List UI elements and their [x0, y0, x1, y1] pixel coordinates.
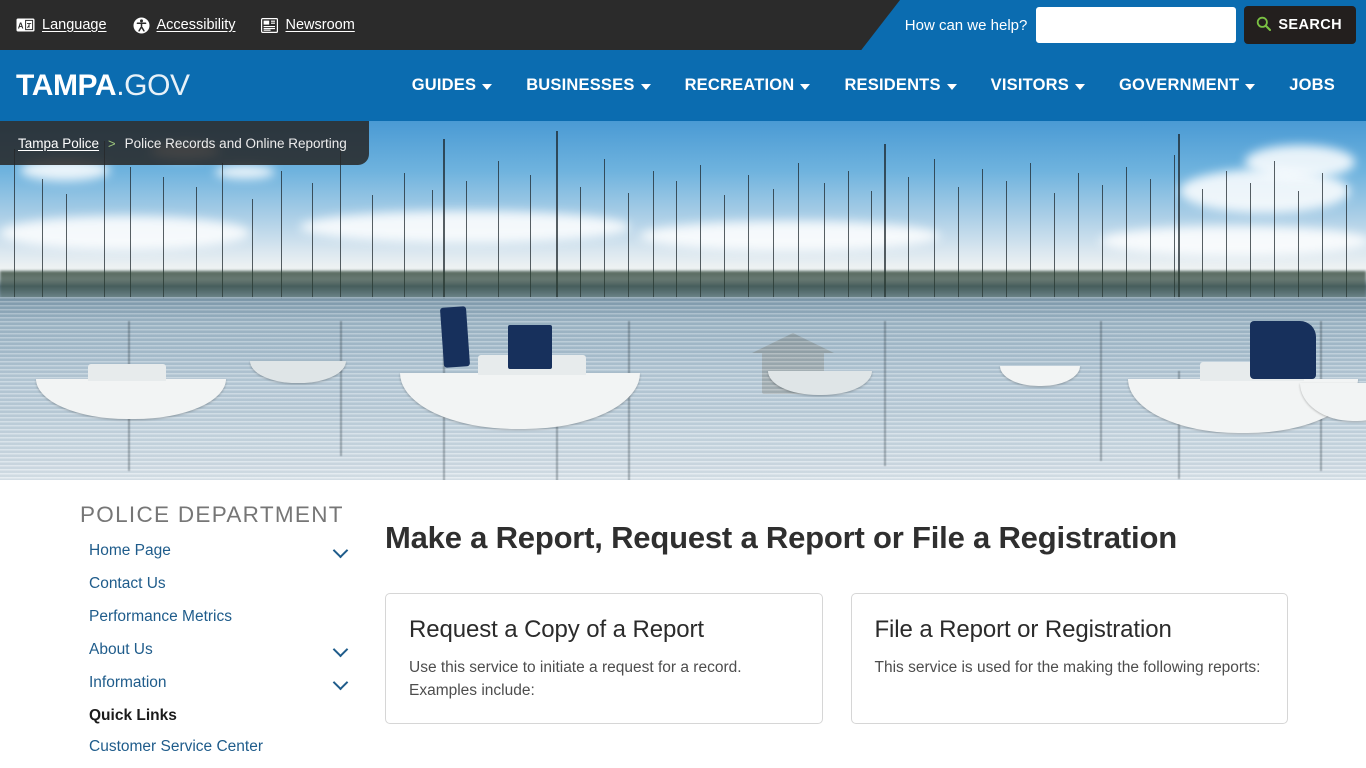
nav-item-recreation[interactable]: RECREATION	[668, 70, 828, 101]
utility-link-newsroom[interactable]: Newsroom	[261, 17, 355, 33]
furled-sail	[1250, 321, 1316, 379]
nav-item-businesses[interactable]: BUSINESSES	[509, 70, 667, 101]
chevron-down-icon[interactable]	[335, 676, 348, 689]
sidebar-item-home-page[interactable]: Home Page	[80, 534, 380, 567]
sidebar-item-list: Home Page Contact Us Performance Metrics…	[80, 534, 380, 764]
service-card-group: Request a Copy of a Report Use this serv…	[385, 593, 1288, 724]
utility-bar: A Language Accessibility Newsroom How ca…	[0, 0, 1366, 50]
sidebar-item-label: About Us	[89, 640, 153, 658]
chevron-down-icon[interactable]	[335, 544, 348, 557]
site-logo[interactable]: TAMPA.GOV	[16, 69, 190, 103]
sidebar-item-contact-us[interactable]: Contact Us	[80, 567, 380, 600]
chevron-down-icon	[482, 83, 493, 90]
sidebar-department-title: POLICE DEPARTMENT	[80, 502, 344, 527]
search-button[interactable]: SEARCH	[1244, 6, 1356, 44]
card-body: Use this service to initiate a request f…	[409, 659, 742, 699]
sidebar-item-label: Performance Metrics	[89, 607, 232, 625]
nav-item-jobs[interactable]: JOBS	[1272, 70, 1352, 101]
breadcrumb-separator: >	[108, 135, 116, 151]
chevron-down-icon[interactable]	[335, 643, 348, 656]
chevron-down-icon	[946, 83, 957, 90]
utility-links: A Language Accessibility Newsroom	[0, 0, 355, 50]
newspaper-icon	[261, 17, 279, 33]
sidebar-heading-label: Quick Links	[89, 706, 177, 724]
accessibility-icon	[133, 17, 150, 34]
sidebar-item-performance-metrics[interactable]: Performance Metrics	[80, 600, 380, 633]
nav-item-label: JOBS	[1289, 76, 1335, 94]
hero-banner-image: Tampa Police > Police Records and Online…	[0, 121, 1366, 480]
sidebar-item-customer-service-center[interactable]: Customer Service Center	[80, 731, 380, 764]
card-request-a-copy-of-a-report[interactable]: Request a Copy of a Report Use this serv…	[385, 593, 823, 724]
sidebar-item-label: Home Page	[89, 541, 171, 559]
nav-item-label: GUIDES	[411, 76, 477, 94]
sidebar-item-information[interactable]: Information	[80, 666, 380, 699]
utility-link-label: Accessibility	[156, 17, 236, 33]
utility-link-language[interactable]: A Language	[16, 17, 107, 33]
chevron-down-icon	[640, 83, 651, 90]
shoreline	[0, 271, 1366, 299]
utility-link-accessibility[interactable]: Accessibility	[133, 17, 236, 34]
brand-secondary: .GOV	[116, 68, 190, 102]
nav-item-guides[interactable]: GUIDES	[395, 70, 509, 101]
breadcrumb-current-page: Police Records and Online Reporting	[124, 135, 347, 151]
card-title: File a Report or Registration	[874, 616, 1172, 643]
nav-item-government[interactable]: GOVERNMENT	[1102, 70, 1272, 101]
card-body: This service is used for the making the …	[874, 659, 1261, 676]
search-button-label: SEARCH	[1278, 17, 1342, 33]
sidebar-heading-quick-links: Quick Links	[80, 699, 380, 731]
chevron-down-icon	[1245, 83, 1256, 90]
utility-link-label: Newsroom	[285, 17, 355, 33]
site-search: How can we help? SEARCH	[905, 0, 1356, 50]
primary-nav: GUIDES BUSINESSES RECREATION RESIDENTS V…	[395, 70, 1352, 101]
chevron-down-icon	[800, 83, 811, 90]
sidebar-item-label: Contact Us	[89, 574, 166, 592]
chevron-down-icon	[1075, 83, 1085, 90]
main-column: Make a Report, Request a Report or File …	[380, 494, 1366, 768]
sidebar-item-label: Customer Service Center	[89, 738, 264, 755]
brand-primary: TAMPA	[16, 68, 117, 102]
nav-item-label: RESIDENTS	[844, 76, 941, 94]
magnifier-icon	[1256, 16, 1272, 35]
translate-icon: A	[16, 18, 35, 32]
search-prompt-label: How can we help?	[904, 16, 1028, 34]
page-title: Make a Report, Request a Report or File …	[385, 520, 1177, 555]
sidebar-item-about-us[interactable]: About Us	[80, 633, 380, 666]
nav-item-label: BUSINESSES	[526, 76, 635, 94]
sidebar-navigation: POLICE DEPARTMENT Home Page Contact Us P…	[0, 494, 380, 768]
card-title: Request a Copy of a Report	[409, 616, 704, 643]
breadcrumb: Tampa Police > Police Records and Online…	[0, 121, 369, 165]
nav-item-residents[interactable]: RESIDENTS	[827, 70, 973, 101]
nav-item-label: VISITORS	[990, 76, 1069, 94]
card-file-a-report-or-registration[interactable]: File a Report or Registration This servi…	[850, 593, 1288, 724]
nav-item-visitors[interactable]: VISITORS	[974, 70, 1102, 101]
nav-item-label: RECREATION	[684, 76, 795, 94]
sidebar-item-label: Information	[89, 673, 167, 691]
nav-item-label: GOVERNMENT	[1119, 76, 1240, 94]
svg-text:A: A	[18, 21, 24, 30]
breadcrumb-link-tampa-police[interactable]: Tampa Police	[18, 136, 99, 151]
page-content: POLICE DEPARTMENT Home Page Contact Us P…	[0, 480, 1366, 768]
utility-link-label: Language	[42, 17, 107, 33]
search-input[interactable]	[1036, 7, 1237, 43]
main-navigation: TAMPA.GOV GUIDES BUSINESSES RECREATION R…	[0, 50, 1366, 121]
